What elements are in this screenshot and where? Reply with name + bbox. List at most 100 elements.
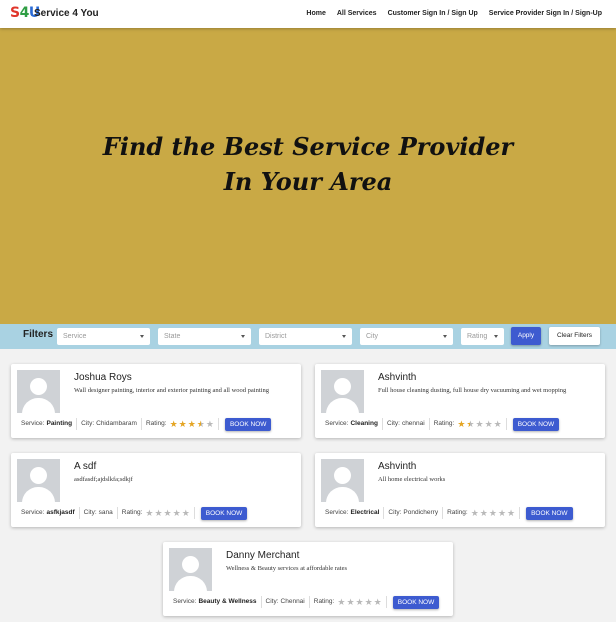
avatar-body xyxy=(22,487,55,502)
star-icon[interactable]: ★ xyxy=(466,419,474,429)
chevron-down-icon xyxy=(342,335,346,338)
star-icon[interactable]: ★ xyxy=(197,419,205,429)
star-icon[interactable]: ★ xyxy=(498,508,506,518)
star-icon[interactable]: ★ xyxy=(145,508,153,518)
star-icon[interactable]: ★ xyxy=(494,419,502,429)
nav-link-home[interactable]: Home xyxy=(306,10,325,17)
star-icon[interactable]: ★ xyxy=(507,508,515,518)
state-select[interactable]: State xyxy=(158,328,251,345)
star-icon[interactable]: ★ xyxy=(337,597,345,607)
avatar xyxy=(17,370,60,413)
star-icon[interactable]: ★ xyxy=(475,419,483,429)
provider-name: Danny Merchant xyxy=(226,550,300,561)
star-icon[interactable]: ★ xyxy=(374,597,382,607)
city-label: City: xyxy=(81,420,95,427)
district-select-placeholder: District xyxy=(265,333,287,340)
star-icon[interactable]: ★ xyxy=(206,419,214,429)
provider-description: All home electrical works xyxy=(378,476,446,483)
city-info: City: chennai xyxy=(383,418,430,430)
star-icon[interactable]: ★ xyxy=(457,419,465,429)
service-label: Service: xyxy=(325,509,349,516)
star-icon[interactable]: ★ xyxy=(365,597,373,607)
star-icon[interactable]: ★ xyxy=(471,508,479,518)
rating-stars[interactable]: ★ ★ ★ ★ ★ xyxy=(145,508,190,518)
provider-meta: Service: Cleaning City: chennai Rating: ★ ★ ★… xyxy=(321,417,560,431)
clear-filters-button[interactable]: Clear Filters xyxy=(549,327,600,345)
provider-description: Wall designer painting, interior and ext… xyxy=(74,387,269,394)
city-select-placeholder: City xyxy=(366,333,379,340)
service-value: Electrical xyxy=(350,509,380,516)
hero-title: Find the Best Service Provider In Your A… xyxy=(0,129,616,199)
chevron-down-icon xyxy=(140,335,144,338)
service-value: Cleaning xyxy=(350,420,378,427)
provider-meta: Service: asfkjasdf City: sana Rating: ★ ★ ★ ★ ★… xyxy=(17,506,248,520)
book-now-button[interactable]: BOOK NOW xyxy=(200,506,248,520)
star-icon[interactable]: ★ xyxy=(480,508,488,518)
provider-meta: Service: Painting City: Chidambaram Rating… xyxy=(17,417,272,431)
service-value: Painting xyxy=(46,420,73,427)
rating-info: Rating: ★ ★ ★ ★ ★ xyxy=(430,418,507,430)
avatar xyxy=(321,370,364,413)
rating-select[interactable]: Rating xyxy=(461,328,504,345)
state-select-placeholder: State xyxy=(164,333,181,340)
avatar-head xyxy=(30,467,47,484)
district-select[interactable]: District xyxy=(259,328,352,345)
rating-stars[interactable]: ★ ★ ★ ★ ★ xyxy=(471,508,515,518)
rating-stars[interactable]: ★ ★ ★ ★ ★ xyxy=(337,597,382,607)
nav-links: Home All Services Customer Sign In / Sig… xyxy=(306,10,602,17)
filter-bar: Filters Service State District City Rati… xyxy=(0,324,616,349)
city-info: City: sana xyxy=(80,507,118,519)
book-now-button[interactable]: BOOK NOW xyxy=(526,506,573,520)
star-icon[interactable]: ★ xyxy=(154,508,162,518)
service-label: Service: xyxy=(21,420,45,427)
service-select[interactable]: Service xyxy=(57,328,150,345)
star-icon[interactable]: ★ xyxy=(489,508,497,518)
filter-title: Filters xyxy=(23,329,54,340)
rating-stars[interactable]: ★ ★ ★ ★ ★ xyxy=(170,419,214,429)
hero-banner: Find the Best Service Provider In Your A… xyxy=(0,28,616,324)
book-now-button[interactable]: BOOK NOW xyxy=(512,417,560,431)
service-label: Service: xyxy=(325,420,349,427)
apply-button[interactable]: Apply xyxy=(511,327,541,345)
service-label: Service: xyxy=(21,509,45,516)
city-label: City: xyxy=(265,598,279,605)
provider-name: Ashvinth xyxy=(378,461,417,472)
hero-title-line-2: In Your Area xyxy=(223,167,393,196)
avatar xyxy=(17,459,60,502)
star-icon[interactable]: ★ xyxy=(356,597,364,607)
book-now-button[interactable]: BOOK NOW xyxy=(392,595,440,609)
star-icon[interactable]: ★ xyxy=(485,419,493,429)
star-icon[interactable]: ★ xyxy=(182,508,190,518)
star-icon[interactable]: ★ xyxy=(164,508,172,518)
service-info: Service: Painting xyxy=(17,418,78,430)
avatar xyxy=(169,548,212,591)
service-value: asfkjasdf xyxy=(46,509,75,516)
provider-name: Ashvinth xyxy=(378,372,417,383)
star-icon[interactable]: ★ xyxy=(170,419,178,429)
service-select-placeholder: Service xyxy=(63,333,87,340)
star-icon[interactable]: ★ xyxy=(179,419,187,429)
service-value: Beauty & Wellness xyxy=(198,598,257,605)
provider-description: Full house cleaning dusting, full house … xyxy=(378,387,567,394)
avatar-body xyxy=(174,576,207,591)
city-value: chennai xyxy=(401,420,425,427)
rating-label: Rating: xyxy=(313,598,335,605)
avatar-body xyxy=(326,398,359,413)
star-icon[interactable]: ★ xyxy=(173,508,181,518)
star-icon[interactable]: ★ xyxy=(346,597,354,607)
nav-link-provider-signin[interactable]: Service Provider Sign In / Sign-Up xyxy=(489,10,602,17)
nav-link-all-services[interactable]: All Services xyxy=(337,10,377,17)
service-info: Service: asfkjasdf xyxy=(17,507,80,519)
brand-name[interactable]: Service 4 You xyxy=(34,8,99,19)
book-now-button[interactable]: BOOK NOW xyxy=(224,417,272,431)
city-value: Chennai xyxy=(280,598,305,605)
nav-link-customer-signin[interactable]: Customer Sign In / Sign Up xyxy=(388,10,478,17)
city-select[interactable]: City xyxy=(360,328,453,345)
provider-card: Danny Merchant Wellness & Beauty service… xyxy=(163,542,453,616)
city-label: City: xyxy=(386,420,400,427)
city-value: Chidambaram xyxy=(96,420,137,427)
rating-stars[interactable]: ★ ★ ★ ★ ★ xyxy=(457,419,502,429)
rating-info: Rating: ★ ★ ★ ★ ★ xyxy=(142,418,219,430)
star-icon[interactable]: ★ xyxy=(188,419,196,429)
chevron-down-icon xyxy=(494,335,498,338)
